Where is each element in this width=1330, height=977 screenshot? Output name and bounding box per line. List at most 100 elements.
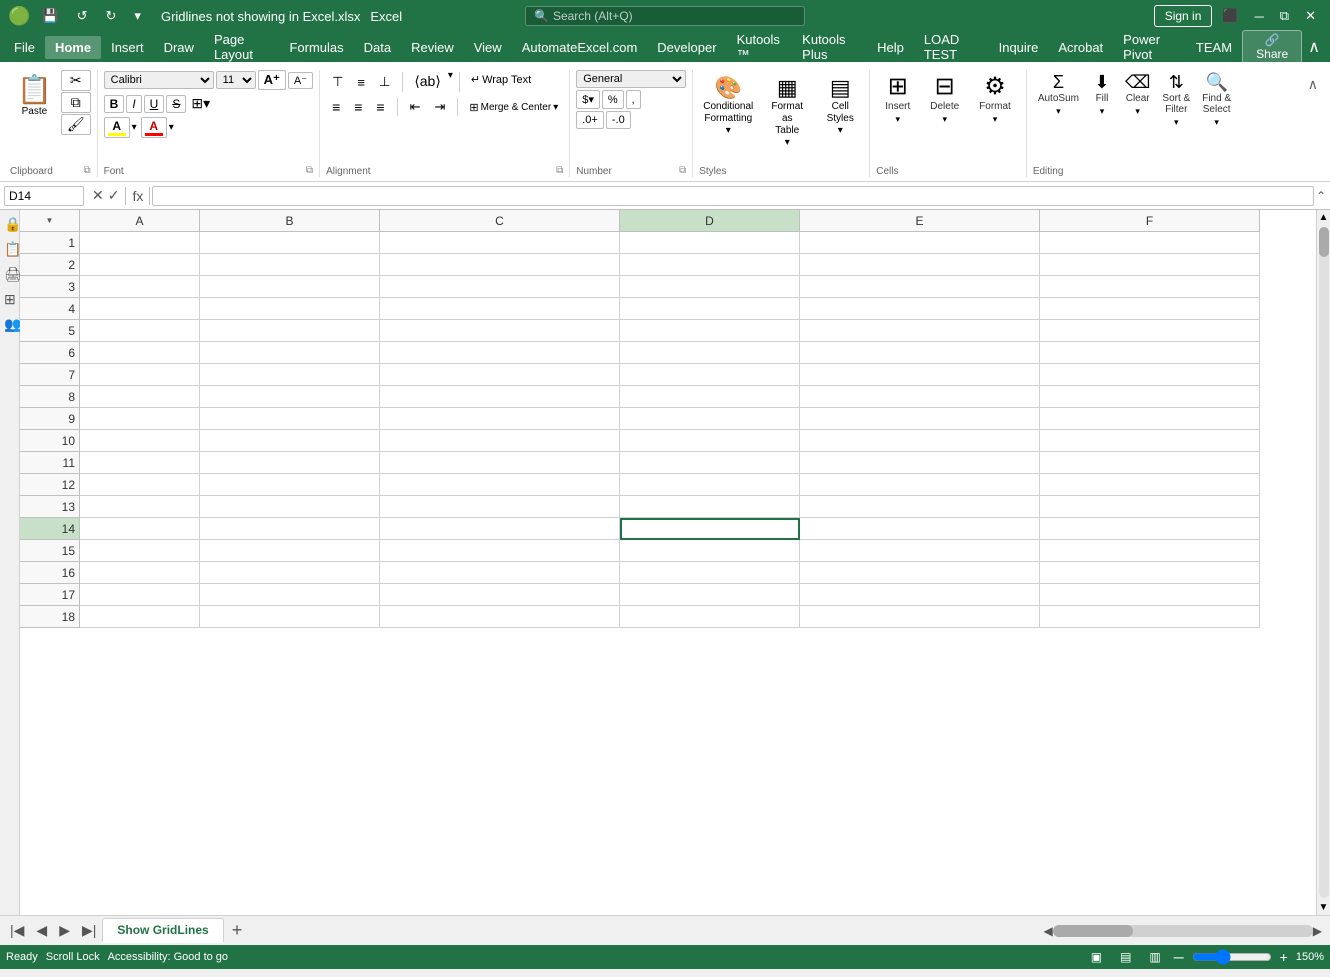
cell-C4[interactable] xyxy=(380,298,620,320)
cell-C8[interactable] xyxy=(380,386,620,408)
redo-btn[interactable]: ↻ xyxy=(100,6,123,26)
cell-D18[interactable] xyxy=(620,606,800,628)
cell-C2[interactable] xyxy=(380,254,620,276)
cell-E11[interactable] xyxy=(800,452,1040,474)
col-header-E[interactable]: E xyxy=(800,210,1040,232)
menu-load-test[interactable]: LOAD TEST xyxy=(914,28,989,66)
cell-A16[interactable] xyxy=(80,562,200,584)
cell-F4[interactable] xyxy=(1040,298,1260,320)
cell-F14[interactable] xyxy=(1040,518,1260,540)
sort-filter-arrow[interactable]: ▾ xyxy=(1174,117,1179,128)
formula-input[interactable] xyxy=(152,186,1314,206)
formula-fx-icon[interactable]: fx xyxy=(132,188,143,204)
row-header-14[interactable]: 14 xyxy=(20,518,80,540)
cell-C3[interactable] xyxy=(380,276,620,298)
cell-A7[interactable] xyxy=(80,364,200,386)
menu-inquire[interactable]: Inquire xyxy=(989,36,1049,59)
cell-C17[interactable] xyxy=(380,584,620,606)
side-icon-clipboard[interactable]: 📋 xyxy=(2,239,17,260)
h-scroll-left-btn[interactable]: ◀ xyxy=(1044,924,1053,938)
row-header-1[interactable]: 1 xyxy=(20,232,80,254)
grow-font-button[interactable]: A⁺ xyxy=(258,70,286,90)
cell-F13[interactable] xyxy=(1040,496,1260,518)
cell-A18[interactable] xyxy=(80,606,200,628)
font-family-select[interactable]: Calibri xyxy=(104,71,214,89)
zoom-in-btn[interactable]: + xyxy=(1280,949,1288,965)
cell-B11[interactable] xyxy=(200,452,380,474)
cell-styles-arrow[interactable]: ▾ xyxy=(838,125,843,136)
cell-D14[interactable] xyxy=(620,518,800,540)
cell-D7[interactable] xyxy=(620,364,800,386)
number-expander[interactable]: ⧉ xyxy=(679,165,686,176)
cell-styles-button[interactable]: ▤ CellStyles ▾ xyxy=(817,70,863,141)
clear-button[interactable]: ⌫ Clear ▾ xyxy=(1120,70,1155,120)
cell-C10[interactable] xyxy=(380,430,620,452)
cell-D9[interactable] xyxy=(620,408,800,430)
cell-D8[interactable] xyxy=(620,386,800,408)
right-align-button[interactable]: ≡ xyxy=(370,96,390,118)
cell-B18[interactable] xyxy=(200,606,380,628)
cell-E15[interactable] xyxy=(800,540,1040,562)
cell-F18[interactable] xyxy=(1040,606,1260,628)
vertical-scrollbar[interactable]: ▲ ▼ xyxy=(1316,210,1330,915)
bottom-align-button[interactable]: ⊥ xyxy=(373,70,396,94)
undo-btn[interactable]: ↺ xyxy=(71,6,94,26)
col-header-A[interactable]: A xyxy=(80,210,200,232)
cell-E18[interactable] xyxy=(800,606,1040,628)
h-scrollbar[interactable] xyxy=(1053,925,1313,937)
cell-E1[interactable] xyxy=(800,232,1040,254)
orientation-button[interactable]: ⟨ab⟩ xyxy=(409,70,446,94)
row-header-3[interactable]: 3 xyxy=(20,276,80,298)
side-icon-people[interactable]: 👥 xyxy=(2,314,17,335)
menu-help[interactable]: Help xyxy=(867,36,914,59)
cell-E17[interactable] xyxy=(800,584,1040,606)
italic-button[interactable]: I xyxy=(126,95,141,113)
formula-expand-btn[interactable]: ⌃ xyxy=(1316,189,1326,203)
top-align-button[interactable]: ⊤ xyxy=(326,70,349,94)
col-header-D[interactable]: D xyxy=(620,210,800,232)
increase-decimal-btn[interactable]: .0+ xyxy=(576,111,604,129)
row-header-2[interactable]: 2 xyxy=(20,254,80,276)
clipboard-expander[interactable]: ⧉ xyxy=(84,165,91,176)
quick-save-btn[interactable]: 💾 xyxy=(36,6,64,26)
menu-draw[interactable]: Draw xyxy=(154,36,204,59)
row-header-16[interactable]: 16 xyxy=(20,562,80,584)
font-size-select[interactable]: 11 xyxy=(216,71,256,89)
bold-button[interactable]: B xyxy=(104,95,125,113)
cell-C12[interactable] xyxy=(380,474,620,496)
formula-cancel-icon[interactable]: ✕ xyxy=(92,187,104,204)
cell-C6[interactable] xyxy=(380,342,620,364)
fill-arrow[interactable]: ▾ xyxy=(1100,106,1105,117)
cell-D16[interactable] xyxy=(620,562,800,584)
orientation-arrow[interactable]: ▾ xyxy=(448,70,453,94)
cell-E2[interactable] xyxy=(800,254,1040,276)
side-icon-lock[interactable]: 🔒 xyxy=(2,214,17,235)
alignment-expander[interactable]: ⧉ xyxy=(556,165,563,176)
cell-A11[interactable] xyxy=(80,452,200,474)
cell-E16[interactable] xyxy=(800,562,1040,584)
conditional-formatting-button[interactable]: 🎨 ConditionalFormatting ▾ xyxy=(699,70,757,141)
cell-C14[interactable] xyxy=(380,518,620,540)
cell-C18[interactable] xyxy=(380,606,620,628)
col-header-C[interactable]: C xyxy=(380,210,620,232)
fill-button[interactable]: ⬇ Fill ▾ xyxy=(1086,70,1118,120)
sheet-nav-end[interactable]: ▶| xyxy=(76,920,102,941)
row-header-9[interactable]: 9 xyxy=(20,408,80,430)
minimize-btn[interactable]: ─ xyxy=(1249,7,1270,26)
cell-D6[interactable] xyxy=(620,342,800,364)
cell-F7[interactable] xyxy=(1040,364,1260,386)
delete-cells-button[interactable]: ⊟ Delete ▾ xyxy=(921,70,968,130)
cell-B14[interactable] xyxy=(200,518,380,540)
cell-E4[interactable] xyxy=(800,298,1040,320)
menu-data[interactable]: Data xyxy=(354,36,401,59)
cell-C1[interactable] xyxy=(380,232,620,254)
menu-kutools-plus[interactable]: Kutools Plus xyxy=(792,28,867,66)
cell-E14[interactable] xyxy=(800,518,1040,540)
cell-E7[interactable] xyxy=(800,364,1040,386)
cell-D17[interactable] xyxy=(620,584,800,606)
percent-btn[interactable]: % xyxy=(602,90,624,109)
format-table-button[interactable]: ▦ Format asTable ▾ xyxy=(761,70,813,153)
cell-E10[interactable] xyxy=(800,430,1040,452)
row-header-7[interactable]: 7 xyxy=(20,364,80,386)
search-box[interactable]: 🔍 xyxy=(525,6,805,26)
